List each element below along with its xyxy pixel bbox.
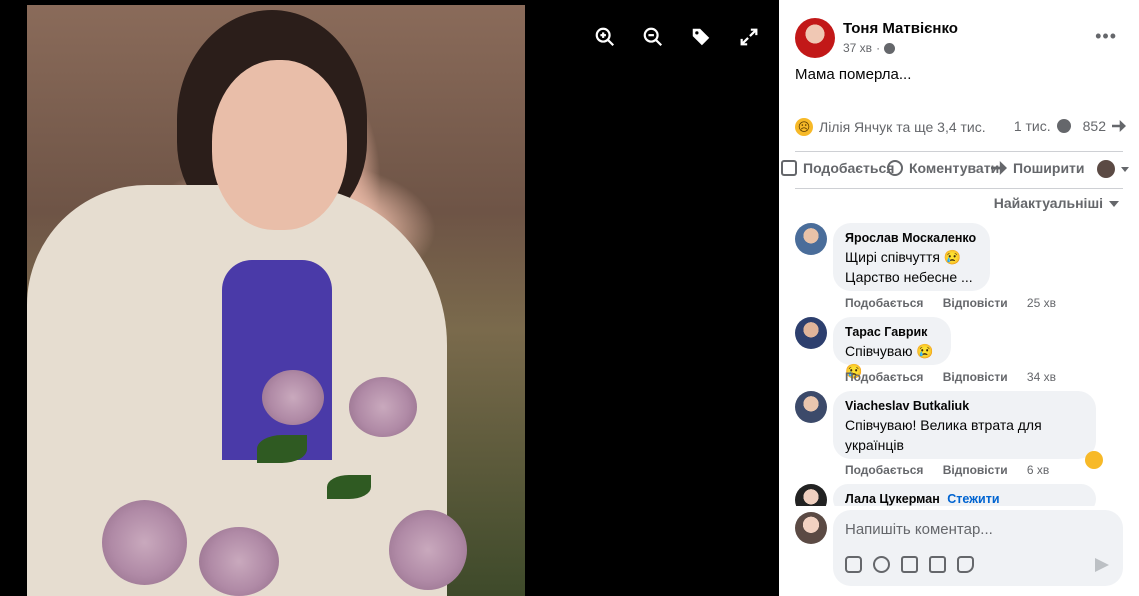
- comment-meta: Подобається Відповісти 25 хв: [845, 296, 1072, 310]
- share-icon: [991, 161, 1007, 175]
- divider: [795, 188, 1123, 189]
- comment-item: Лала Цукерман Стежити: [795, 484, 1125, 506]
- avatar[interactable]: [795, 484, 827, 506]
- comment-meta: Подобається Відповісти 6 хв: [845, 463, 1065, 477]
- sort-label: Найактуальніші: [993, 195, 1103, 211]
- globe-icon: [884, 42, 896, 54]
- follow-button[interactable]: Стежити: [947, 492, 999, 506]
- photo-rose: [199, 527, 279, 596]
- avatar-sticker-icon[interactable]: [845, 556, 862, 573]
- tag-icon[interactable]: [688, 24, 714, 50]
- chevron-down-icon: [1121, 166, 1129, 172]
- share-as-selector[interactable]: [1097, 160, 1129, 178]
- author-name[interactable]: Тоня Матвієнко: [843, 20, 958, 37]
- comment-like-link[interactable]: Подобається: [845, 463, 923, 477]
- comment-text: українців: [845, 437, 904, 453]
- post-panel: Тоня Матвієнко 37 хв · ••• Мама померла.…: [779, 0, 1139, 596]
- comment-meta: Подобається Відповісти 34 хв: [845, 370, 1072, 384]
- photo-rose: [262, 370, 324, 425]
- comment-author[interactable]: Тарас Гаврик: [845, 325, 939, 339]
- post-actions: Подобається Коментувати Поширити: [779, 152, 1139, 186]
- photo-leaf: [327, 475, 371, 499]
- comment-like-link[interactable]: Подобається: [845, 296, 923, 310]
- comment-composer: Напишіть коментар...: [795, 510, 1125, 586]
- comment-time[interactable]: 34 хв: [1027, 370, 1056, 384]
- comment-button[interactable]: Коментувати: [887, 160, 999, 176]
- share-label: Поширити: [1013, 160, 1085, 176]
- comments-count[interactable]: 1 тис.: [1014, 118, 1051, 134]
- comment-like-link[interactable]: Подобається: [845, 370, 923, 384]
- zoom-out-icon[interactable]: [640, 24, 666, 50]
- fullscreen-icon[interactable]: [736, 24, 762, 50]
- comment-sort-dropdown[interactable]: Найактуальніші: [994, 195, 1119, 211]
- photo-rose: [349, 377, 417, 437]
- comment-text: Співчуваю! Велика втрата для: [845, 417, 1042, 433]
- avatar[interactable]: [795, 512, 827, 544]
- like-label: Подобається: [803, 160, 895, 176]
- reactions-summary[interactable]: ☹ Лілія Янчук та ще 3,4 тис.: [795, 118, 986, 136]
- comment-input-box[interactable]: Напишіть коментар...: [833, 510, 1123, 586]
- share-count-icon: [1112, 120, 1126, 132]
- sticker-icon[interactable]: [957, 556, 974, 573]
- avatar[interactable]: [795, 391, 827, 423]
- camera-icon[interactable]: [901, 556, 918, 573]
- comment-input[interactable]: Напишіть коментар...: [845, 521, 993, 538]
- avatar: [1097, 160, 1115, 178]
- sad-reaction-icon[interactable]: [1085, 451, 1103, 469]
- comment-bubble: Тарас Гаврик Співчуваю 😢 😢: [833, 317, 951, 379]
- comment-bubble: Ярослав Москаленко Щирі співчуття 😢 Царс…: [833, 223, 990, 291]
- photo-shirt: [222, 260, 332, 460]
- post-photo[interactable]: [27, 5, 525, 596]
- more-options-button[interactable]: •••: [1095, 26, 1117, 47]
- photo-leaf: [257, 435, 307, 463]
- reactions-text: Лілія Янчук та ще 3,4 тис.: [819, 119, 986, 135]
- gif-icon[interactable]: [929, 556, 946, 573]
- post-time: 37 хв ·: [843, 41, 896, 55]
- emoji-icon[interactable]: [873, 556, 890, 573]
- comment-reply-link[interactable]: Відповісти: [943, 463, 1008, 477]
- share-button[interactable]: Поширити: [991, 160, 1085, 176]
- comment-author[interactable]: Viacheslav Butkaliuk: [845, 399, 1084, 413]
- avatar[interactable]: [795, 317, 827, 349]
- comment-reply-link[interactable]: Відповісти: [943, 296, 1008, 310]
- comment-count-icon: [1056, 119, 1071, 133]
- photo-viewer: [0, 0, 779, 596]
- send-icon[interactable]: [1095, 558, 1109, 572]
- comment-icon: [887, 160, 903, 176]
- comment-bubble: Viacheslav Butkaliuk Співчуваю! Велика в…: [833, 391, 1096, 459]
- comment-time[interactable]: 6 хв: [1027, 463, 1049, 477]
- composer-tools: [845, 556, 974, 573]
- post-counts: 1 тис. 852: [1014, 118, 1126, 134]
- post-time-text[interactable]: 37 хв: [843, 41, 872, 55]
- photo-rose: [102, 500, 187, 585]
- author-avatar[interactable]: [795, 18, 835, 58]
- photo-rose: [389, 510, 467, 590]
- comment-author[interactable]: Ярослав Москаленко: [845, 231, 978, 245]
- photo-face: [212, 60, 347, 230]
- chevron-down-icon: [1109, 201, 1119, 208]
- post-text: Мама померла...: [795, 66, 912, 83]
- shares-count[interactable]: 852: [1083, 118, 1106, 134]
- zoom-in-icon[interactable]: [592, 24, 618, 50]
- comment-bubble: Лала Цукерман Стежити: [833, 484, 1096, 506]
- comment-reply-link[interactable]: Відповісти: [943, 370, 1008, 384]
- sad-reaction-icon: ☹: [795, 118, 813, 136]
- comment-time[interactable]: 25 хв: [1027, 296, 1056, 310]
- avatar[interactable]: [795, 223, 827, 255]
- comment-label: Коментувати: [909, 160, 1000, 176]
- like-button[interactable]: Подобається: [781, 160, 894, 176]
- like-icon: [781, 160, 797, 176]
- comment-text: Щирі співчуття 😢: [845, 249, 962, 265]
- comment-author[interactable]: Лала Цукерман: [845, 492, 940, 506]
- comment-text: Царство небесне ...: [845, 269, 973, 285]
